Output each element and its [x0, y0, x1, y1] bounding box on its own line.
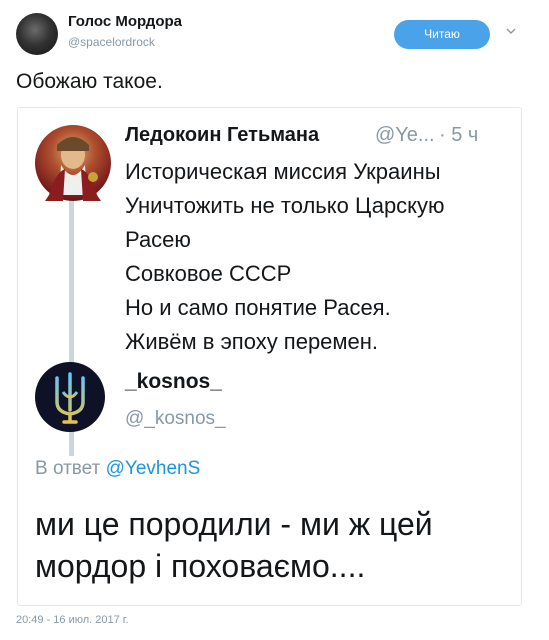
reply-author-name: _kosnos_: [125, 370, 222, 393]
reply-to-line: В ответ @YevhenS: [35, 458, 200, 480]
author-handle[interactable]: @spacelordrock: [68, 35, 155, 49]
quoted-line: Историческая миссия Украины: [125, 159, 441, 184]
quoted-line: Живём в эпоху перемен.: [125, 329, 379, 354]
author-avatar[interactable]: [16, 13, 58, 55]
trident-icon: [55, 372, 85, 424]
reply-author-handle: @_kosnos_: [125, 408, 226, 429]
reply-to-mention[interactable]: @YevhenS: [106, 458, 201, 479]
quoted-text: Историческая миссия Украины Уничтожить н…: [125, 155, 445, 359]
quoted-line: Но и само понятие Расея.: [125, 295, 391, 320]
author-name[interactable]: Голос Мордора: [68, 13, 182, 30]
chevron-down-icon[interactable]: [506, 26, 516, 36]
quoted-tweet-card[interactable]: Ледокоин Гетьмана @Ye... · 5 ч Историчес…: [17, 107, 522, 606]
portrait-icon: [45, 137, 101, 201]
reply-to-prefix: В ответ: [35, 458, 101, 479]
quoted-author-name: Ледокоин Гетьмана: [125, 124, 320, 146]
quoted-line: Совковое СССР: [125, 261, 292, 286]
quoted-line: Уничтожить не только Царскую: [125, 193, 445, 218]
reply-text: ми це породили - ми ж цей мордор і похов…: [35, 506, 433, 584]
reply-author-avatar: [35, 362, 105, 432]
tweet-timestamp[interactable]: 20:49 - 16 июл. 2017 г.: [16, 614, 129, 626]
tweet-header: Голос Мордора @spacelordrock Читаю: [0, 0, 549, 62]
follow-button[interactable]: Читаю: [394, 20, 490, 49]
quoted-author-avatar: [35, 125, 111, 201]
quoted-time: · 5 ч: [439, 124, 479, 146]
quoted-line: Расею: [125, 227, 191, 252]
tweet-text: Обожаю такое.: [16, 70, 163, 93]
quoted-author-handle: @Ye...: [375, 124, 435, 146]
